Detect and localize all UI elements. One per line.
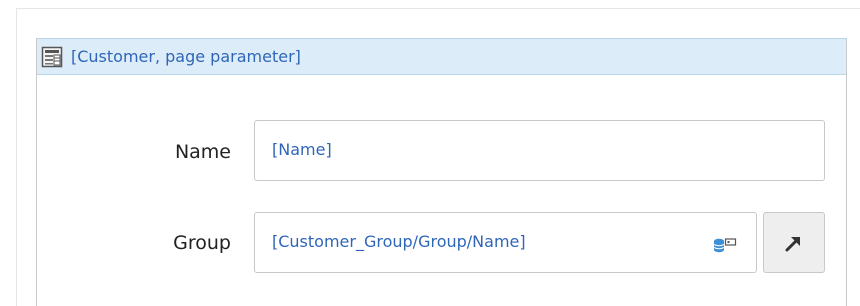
name-label: Name [174,141,231,163]
name-field[interactable]: [Name] [254,120,825,181]
panel-header[interactable]: [Customer, page parameter] [37,39,846,75]
name-field-value: [Name] [272,140,332,159]
group-field[interactable]: [Customer_Group/Group/Name] [254,212,757,273]
open-group-button[interactable] [763,212,825,273]
database-key-icon[interactable] [713,237,737,253]
page-canvas: [Customer, page parameter] Name [Name] G… [0,0,860,306]
data-view-icon [41,46,63,68]
panel-title: [Customer, page parameter] [71,47,301,66]
group-field-value: [Customer_Group/Group/Name] [272,232,526,251]
arrow-up-right-icon [785,237,800,252]
group-label: Group [173,232,231,254]
